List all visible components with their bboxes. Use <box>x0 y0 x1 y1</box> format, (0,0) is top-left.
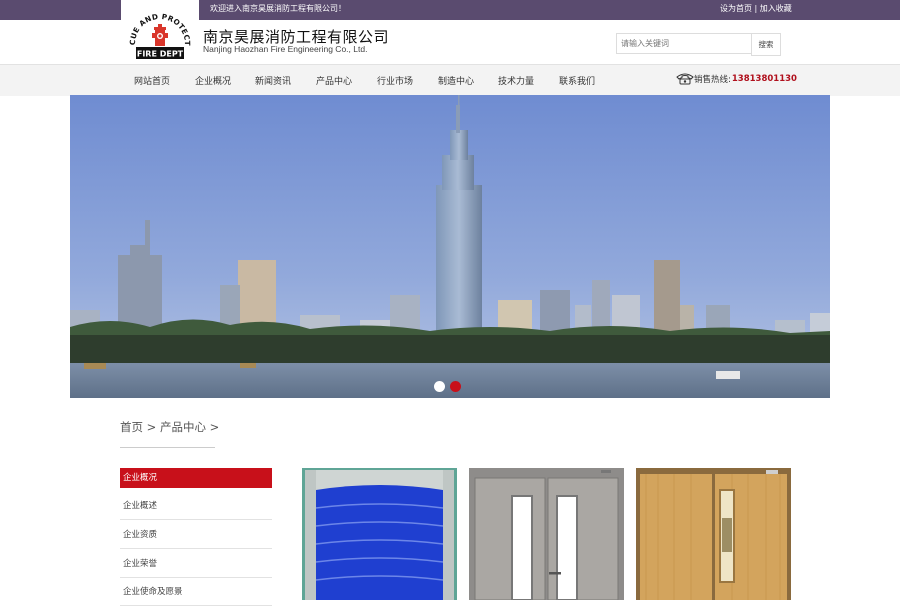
nav-item-about[interactable]: 企业概况 <box>195 74 231 87</box>
product-blue-rolling-door[interactable] <box>302 468 457 600</box>
set-home-link[interactable]: 设为首页 <box>720 4 752 13</box>
breadcrumb-separator: > <box>205 420 220 434</box>
nav-item-manufacturing[interactable]: 制造中心 <box>438 74 474 87</box>
nav-item-contact[interactable]: 联系我们 <box>559 74 595 87</box>
banner-image-city-skyline <box>70 95 830 398</box>
sidebar-title: 企业概况 <box>120 468 272 488</box>
nav-item-technology[interactable]: 技术力量 <box>498 74 534 87</box>
main-nav: 网站首页 企业概况 新闻资讯 产品中心 行业市场 制造中心 技术力量 联系我们 … <box>0 64 900 96</box>
sidebar-item-overview[interactable]: 企业概述 <box>120 492 272 520</box>
company-name-en: Nanjing Haozhan Fire Engineering Co., Lt… <box>203 44 368 54</box>
product-gray-steel-fire-door[interactable] <box>469 468 624 600</box>
product-wood-fire-door[interactable] <box>636 468 791 600</box>
sidebar-item-qualification[interactable]: 企业资质 <box>120 521 272 549</box>
top-links: 设为首页 | 加入收藏 <box>720 3 792 14</box>
breadcrumb-separator: > <box>143 420 160 434</box>
search-button[interactable]: 搜索 <box>751 33 781 56</box>
hotline-label: 销售热线: <box>694 74 731 85</box>
breadcrumb: 首页 > 产品中心 > <box>120 419 219 435</box>
phone-icon <box>676 73 694 85</box>
search-input[interactable] <box>616 33 756 54</box>
hydrant-icon <box>152 24 168 46</box>
sales-hotline: 销售热线: 13813801130 <box>676 72 797 85</box>
add-favorite-link[interactable]: 加入收藏 <box>760 4 792 13</box>
header: RESCUE AND PROTECTION FIRE DEPT 南京昊展消防工程… <box>0 0 900 80</box>
nav-item-home[interactable]: 网站首页 <box>134 74 170 87</box>
banner-pagination <box>434 381 461 392</box>
slide-dot-2-active[interactable] <box>450 381 461 392</box>
hotline-number: 13813801130 <box>731 73 797 84</box>
top-links-separator: | <box>752 4 760 13</box>
welcome-text: 欢迎进入南京昊展消防工程有限公司！ <box>210 4 346 13</box>
nav-item-products[interactable]: 产品中心 <box>316 74 352 87</box>
logo-fire-dept-text: FIRE DEPT <box>137 49 184 58</box>
nav-item-markets[interactable]: 行业市场 <box>377 74 413 87</box>
breadcrumb-current[interactable]: 产品中心 <box>160 420 206 434</box>
slide-dot-1[interactable] <box>434 381 445 392</box>
sidebar-item-honors[interactable]: 企业荣誉 <box>120 550 272 578</box>
breadcrumb-home[interactable]: 首页 <box>120 420 143 434</box>
nav-item-news[interactable]: 新闻资讯 <box>255 74 291 87</box>
sidebar-item-mission[interactable]: 企业使命及愿景 <box>120 578 272 606</box>
breadcrumb-underline <box>120 447 215 448</box>
